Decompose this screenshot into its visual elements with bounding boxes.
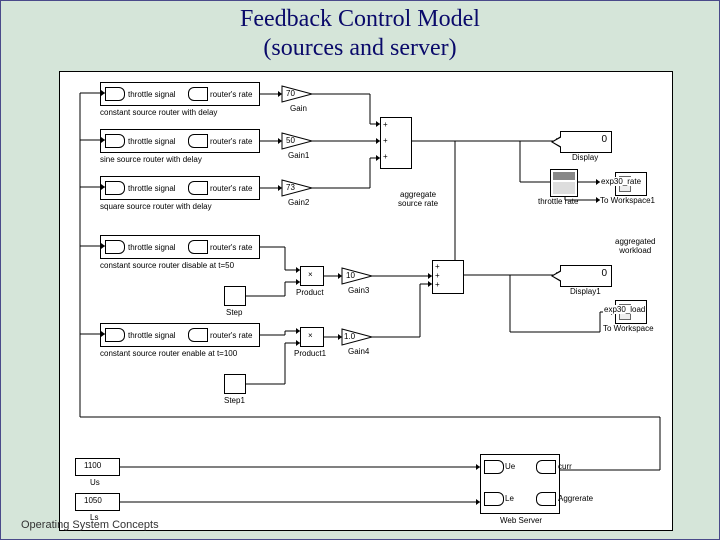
page-title: Feedback Control Model (sources and serv… <box>1 5 719 63</box>
gain-label: Gain2 <box>288 198 309 207</box>
agg-src-label: aggregate source rate <box>398 190 438 208</box>
port-label: Ue <box>505 462 515 471</box>
var-label: exp30_rate <box>600 177 642 186</box>
const-value: 1100 <box>84 461 101 470</box>
out-port <box>536 460 556 474</box>
gain-value: 50 <box>286 136 295 145</box>
block-label: Step1 <box>224 396 245 405</box>
block-label: To Workspace <box>603 324 654 333</box>
block-label: Product <box>296 288 324 297</box>
product-symbol: × <box>308 331 313 340</box>
block-label: To Workspace1 <box>600 196 655 205</box>
block-label: Display <box>572 153 598 162</box>
block-label: Product1 <box>294 349 326 358</box>
step-block <box>224 374 246 394</box>
display-value: 0 <box>601 134 607 145</box>
title-line1: Feedback Control Model <box>240 6 480 32</box>
scope-block <box>550 169 578 197</box>
sum-block: +++ <box>380 117 412 169</box>
product-symbol: × <box>308 270 313 279</box>
block-label: Web Server <box>500 516 542 525</box>
gain-label: Gain <box>290 104 307 113</box>
display-block: 0 <box>560 131 612 153</box>
out-port <box>536 492 556 506</box>
var-label: exp30_load <box>603 305 646 314</box>
simulink-diagram: throttle signal router's rate constant s… <box>59 71 673 531</box>
port-label: Aggrerate <box>558 494 593 503</box>
agg-work-label: aggregated workload <box>615 237 655 255</box>
gain-label: Gain1 <box>288 151 309 160</box>
block-label: Display1 <box>570 287 601 296</box>
block-label: throttle rate <box>538 197 578 206</box>
block-label: Step <box>226 308 242 317</box>
sum-block: +++ <box>432 260 464 294</box>
block-label: Us <box>90 478 100 487</box>
gain-label: Gain3 <box>348 286 369 295</box>
display-value: 0 <box>601 268 607 279</box>
gain-value: 10 <box>346 271 355 280</box>
display-block: 0 <box>560 265 612 287</box>
step-block <box>224 286 246 306</box>
in-port <box>484 492 504 506</box>
gain-value: 1.0 <box>344 332 355 341</box>
gain-label: Gain4 <box>348 347 369 356</box>
footer-text: Operating System Concepts <box>21 519 159 531</box>
const-value: 1050 <box>84 496 102 505</box>
port-label: Le <box>505 494 514 503</box>
gain-value: 73 <box>286 183 295 192</box>
in-port <box>484 460 504 474</box>
gain-value: 70 <box>286 89 295 98</box>
title-line2: (sources and server) <box>263 35 456 61</box>
port-label: curr <box>558 462 572 471</box>
